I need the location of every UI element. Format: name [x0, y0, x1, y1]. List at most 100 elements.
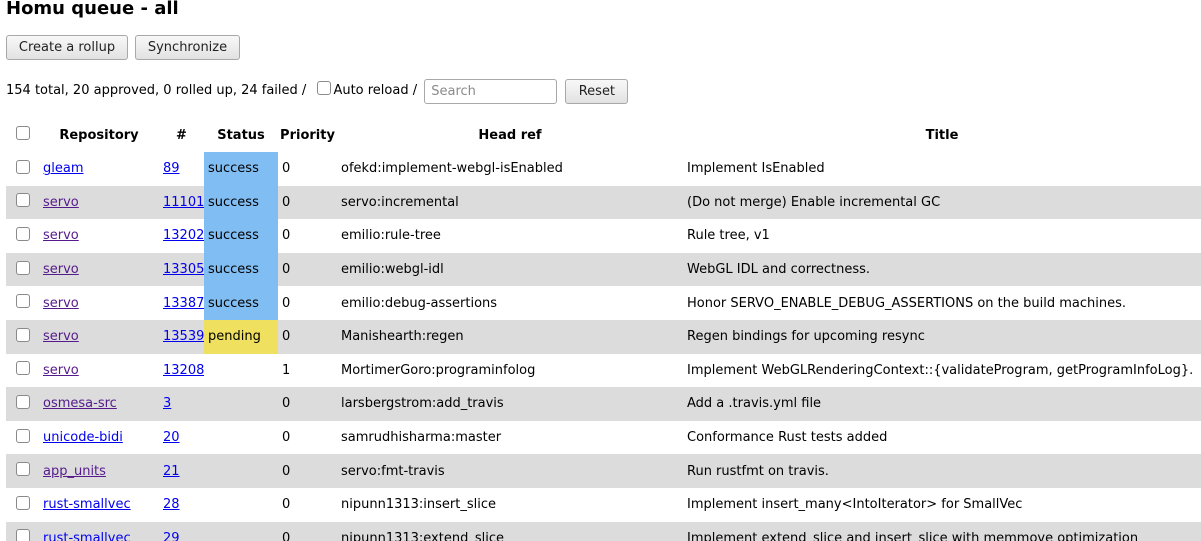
head-ref-header[interactable]: Head ref	[337, 118, 683, 152]
repository-link[interactable]: servo	[43, 329, 79, 344]
row-select-checkbox[interactable]	[15, 428, 30, 443]
row-select-checkbox[interactable]	[15, 394, 30, 409]
pull-request-link[interactable]: 13387	[163, 296, 204, 311]
pull-request-link[interactable]: 13208	[163, 363, 204, 378]
status-cell	[204, 488, 278, 522]
create-rollup-button[interactable]: Create a rollup	[6, 35, 128, 60]
table-row: app_units 21 0 servo:fmt-travis Run rustfmt …	[6, 454, 1201, 488]
head-ref-cell: MortimerGoro:programinfolog	[341, 362, 536, 378]
row-select-cell	[6, 521, 39, 541]
priority-cell: 1	[282, 362, 291, 378]
row-select-cell	[6, 219, 39, 253]
row-select-checkbox[interactable]	[15, 495, 30, 510]
repository-link[interactable]: rust-smallvec	[43, 531, 131, 541]
row-select-cell	[6, 185, 39, 220]
row-select-checkbox[interactable]	[15, 260, 30, 275]
priority-cell: 0	[282, 430, 291, 446]
table-row: gleam 89 success 0 ofekd:implement-webgl-isE…	[6, 152, 1201, 186]
pull-request-link[interactable]: 11101	[163, 195, 204, 210]
homu-queue-page: Homu queue - all Create a rollup Synchro…	[0, 0, 1201, 541]
row-select-cell	[6, 319, 39, 354]
pull-request-link[interactable]: 21	[163, 464, 180, 479]
search-input[interactable]	[424, 78, 558, 104]
repository-link[interactable]: servo	[43, 195, 79, 210]
title-cell: Run rustfmt on travis.	[683, 454, 1201, 488]
reset-button[interactable]: Reset	[565, 78, 629, 104]
head-ref-cell: ofekd:implement-webgl-isEnabled	[341, 161, 563, 177]
repository-cell: servo	[39, 319, 159, 354]
priority-cell: 0	[282, 228, 291, 244]
number-cell: 13539	[159, 319, 204, 354]
priority-cell: 0	[282, 497, 291, 513]
repository-cell: servo	[39, 354, 159, 388]
queue-status-line: 154 total, 20 approved, 0 rolled up, 24 …	[6, 78, 629, 104]
table-row: servo 13202 success 0 emilio:rule-tree Rule t…	[6, 219, 1201, 253]
select-all-checkbox[interactable]	[15, 126, 30, 140]
table-row: rust-smallvec 28 0 nipunn1313:insert_slice I…	[6, 488, 1201, 522]
number-cell: 20	[159, 421, 204, 455]
select-all-header	[6, 118, 39, 152]
row-select-checkbox[interactable]	[15, 462, 30, 477]
pull-request-link[interactable]: 13202	[163, 228, 204, 243]
repository-link[interactable]: osmesa-src	[43, 396, 117, 411]
repository-cell: rust-smallvec	[39, 488, 159, 522]
head-ref-cell: servo:fmt-travis	[337, 454, 683, 488]
repository-link[interactable]: servo	[43, 228, 79, 243]
row-select-checkbox[interactable]	[15, 361, 30, 376]
repository-cell: rust-smallvec	[39, 521, 159, 541]
row-select-checkbox[interactable]	[15, 159, 30, 174]
pull-request-link[interactable]: 3	[163, 396, 171, 411]
repository-link[interactable]: app_units	[43, 464, 106, 479]
number-cell: 13202	[159, 219, 204, 253]
head-ref-cell: emilio:debug-assertions	[341, 295, 498, 311]
repository-link[interactable]: servo	[43, 363, 79, 378]
synchronize-button[interactable]: Synchronize	[135, 35, 240, 60]
row-select-checkbox[interactable]	[15, 226, 30, 241]
pull-request-link[interactable]: 89	[163, 161, 180, 176]
status-cell	[204, 387, 278, 421]
repository-link[interactable]: gleam	[43, 161, 84, 176]
row-select-checkbox[interactable]	[15, 294, 30, 309]
title-cell: Add a .travis.yml file	[683, 387, 1201, 421]
head-ref-cell: samrudhisharma:master	[341, 430, 502, 446]
status-header[interactable]: Status	[204, 118, 278, 152]
pull-request-link[interactable]: 13539	[163, 329, 204, 344]
row-select-checkbox[interactable]	[15, 327, 30, 342]
queue-table-body: gleam 89 success 0 ofekd:implement-webgl-isE…	[6, 152, 1201, 541]
title-cell: Implement IsEnabled	[687, 161, 825, 177]
repository-link[interactable]: rust-smallvec	[43, 497, 131, 512]
repository-cell: servo	[39, 219, 159, 253]
number-cell: 28	[159, 488, 204, 522]
priority-header[interactable]: Priority	[278, 118, 337, 152]
row-select-cell	[6, 286, 39, 320]
pull-request-link[interactable]: 28	[163, 497, 180, 512]
title-header[interactable]: Title	[683, 118, 1201, 152]
pull-request-link[interactable]: 13305	[163, 262, 204, 277]
repository-cell: gleam	[39, 152, 159, 186]
status-cell	[204, 354, 278, 388]
pull-request-link[interactable]: 29	[163, 531, 180, 541]
number-cell: 89	[159, 152, 204, 186]
table-row: rust-smallvec 29 0 nipunn1313:extend_slice I…	[6, 521, 1201, 541]
pull-request-link[interactable]: 20	[163, 430, 180, 445]
row-select-cell	[6, 387, 39, 421]
status-cell	[204, 421, 278, 455]
number-cell: 13305	[159, 252, 204, 287]
status-cell: success	[204, 252, 278, 287]
repository-header[interactable]: Repository	[39, 118, 159, 152]
row-select-checkbox[interactable]	[15, 193, 30, 208]
row-select-checkbox[interactable]	[15, 529, 30, 541]
repository-cell: app_units	[39, 454, 159, 488]
title-cell: Honor SERVO_ENABLE_DEBUG_ASSERTIONS on t…	[687, 295, 1126, 311]
row-select-cell	[6, 488, 39, 522]
auto-reload-checkbox[interactable]	[317, 81, 332, 95]
head-ref-cell: larsbergstrom:add_travis	[337, 387, 683, 421]
table-header-row: Repository # Status Priority Head ref Ti…	[6, 118, 1201, 152]
repository-link[interactable]: servo	[43, 262, 79, 277]
number-header[interactable]: #	[159, 118, 204, 152]
page-title: Homu queue - all	[6, 0, 179, 19]
repository-link[interactable]: servo	[43, 296, 79, 311]
status-cell	[204, 521, 278, 541]
repository-link[interactable]: unicode-bidi	[43, 430, 123, 445]
repository-cell: unicode-bidi	[39, 421, 159, 455]
